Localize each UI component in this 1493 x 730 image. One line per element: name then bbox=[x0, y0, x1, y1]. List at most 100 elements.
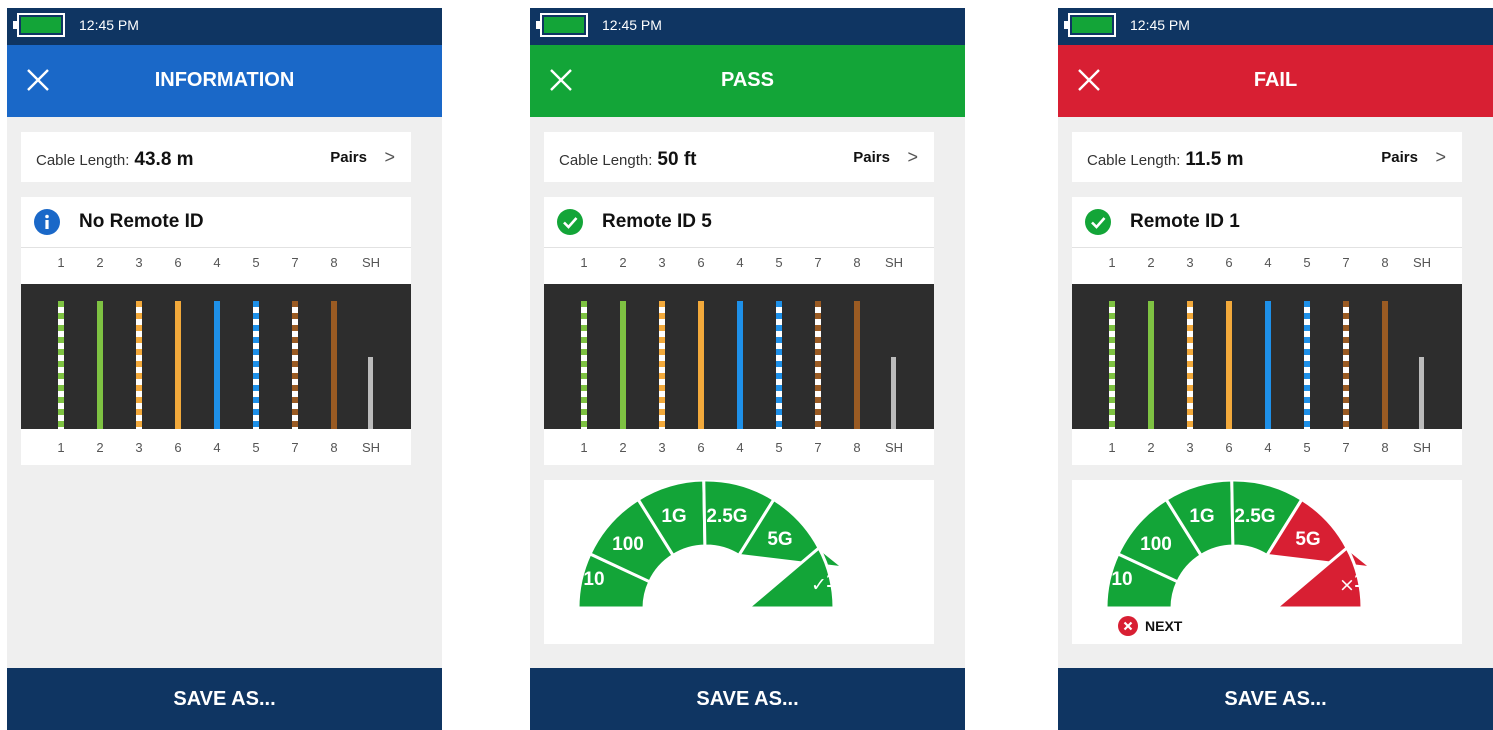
wiremap-card: No Remote ID 1 2 3 6 4 5 7 8 SH 1 2 3 6 4 5 7 8 SH bbox=[21, 197, 411, 465]
pin-label: 1 bbox=[580, 440, 588, 455]
tester-screen-fail: 12:45 PM FAIL Cable Length: 11.5 m Pairs … bbox=[1058, 8, 1493, 730]
remote-id-text: Remote ID 5 bbox=[602, 211, 712, 232]
cable-length-value: 43.8 m bbox=[134, 149, 194, 170]
wire-8 bbox=[854, 301, 860, 429]
wire-2 bbox=[1148, 301, 1154, 429]
cable-length-label: Cable Length: 43.8 m bbox=[36, 149, 194, 170]
wire-6 bbox=[175, 301, 181, 429]
chevron-right-icon[interactable]: > bbox=[1435, 147, 1446, 168]
pin-label: 2 bbox=[619, 440, 627, 455]
pin-labels-bottom: 1 2 3 6 4 5 7 8 SH bbox=[21, 440, 411, 460]
speed-gauge-card: 10 100 1G 2.5G 5G 10G ✓ bbox=[544, 480, 934, 644]
cable-length-card[interactable]: Cable Length: 50 ft Pairs > bbox=[544, 132, 934, 182]
pin-labels-top: 1 2 3 6 4 5 7 8 SH bbox=[544, 255, 934, 275]
check-circle-icon bbox=[557, 209, 583, 235]
wire-5 bbox=[776, 301, 782, 429]
wire-3 bbox=[1187, 301, 1193, 429]
pin-label: 5 bbox=[252, 440, 260, 455]
pin-label: 5 bbox=[1303, 255, 1311, 270]
pin-label: SH bbox=[884, 440, 904, 455]
pin-label: 1 bbox=[57, 440, 65, 455]
save-as-label: SAVE AS... bbox=[173, 688, 276, 710]
wire-2 bbox=[97, 301, 103, 429]
pin-label: 7 bbox=[291, 255, 299, 270]
wire-8 bbox=[331, 301, 337, 429]
pin-label: SH bbox=[1412, 440, 1432, 455]
header-title: INFORMATION bbox=[154, 69, 295, 91]
wire-2 bbox=[620, 301, 626, 429]
pairs-link[interactable]: Pairs bbox=[330, 149, 367, 166]
wire-3 bbox=[659, 301, 665, 429]
check-circle-icon bbox=[1085, 209, 1111, 235]
result-header: FAIL bbox=[1058, 45, 1493, 117]
pin-label: 2 bbox=[1147, 440, 1155, 455]
pin-label: 3 bbox=[1186, 440, 1194, 455]
status-time: 12:45 PM bbox=[1130, 17, 1190, 33]
remote-id-text: No Remote ID bbox=[79, 211, 204, 232]
pin-labels-top: 1 2 3 6 4 5 7 8 SH bbox=[1072, 255, 1462, 275]
pin-label: 4 bbox=[1264, 255, 1272, 270]
result-header: PASS bbox=[530, 45, 965, 117]
wire-sh bbox=[891, 357, 896, 429]
wire-4 bbox=[737, 301, 743, 429]
pin-label: SH bbox=[361, 255, 381, 270]
wire-1 bbox=[1109, 301, 1115, 429]
wire-1 bbox=[58, 301, 64, 429]
save-as-button[interactable]: SAVE AS... bbox=[7, 668, 442, 730]
wire-6 bbox=[1226, 301, 1232, 429]
pairs-link[interactable]: Pairs bbox=[1381, 149, 1418, 166]
wire-map bbox=[1072, 284, 1462, 429]
pin-label: 5 bbox=[775, 255, 783, 270]
pin-label: 5 bbox=[252, 255, 260, 270]
pin-label: 1 bbox=[580, 255, 588, 270]
pin-label: 1 bbox=[1108, 255, 1116, 270]
pin-label: 6 bbox=[1225, 440, 1233, 455]
pin-label: 2 bbox=[619, 255, 627, 270]
pin-label: 6 bbox=[1225, 255, 1233, 270]
wire-map bbox=[21, 284, 411, 429]
speed-label: 2.5G bbox=[706, 506, 747, 527]
speed-label: 10G bbox=[1354, 571, 1390, 592]
pin-label: 8 bbox=[1381, 440, 1389, 455]
speed-label: 10 bbox=[583, 569, 604, 590]
pin-label: 8 bbox=[330, 440, 338, 455]
remote-id-text: Remote ID 1 bbox=[1130, 211, 1240, 232]
pin-label: 4 bbox=[213, 255, 221, 270]
pin-label: 7 bbox=[1342, 255, 1350, 270]
pin-label: 6 bbox=[174, 255, 182, 270]
wire-sh bbox=[1419, 357, 1424, 429]
pin-label: 4 bbox=[736, 440, 744, 455]
pin-label: 2 bbox=[1147, 255, 1155, 270]
cable-length-card[interactable]: Cable Length: 43.8 m Pairs > bbox=[21, 132, 411, 182]
pin-label: 3 bbox=[1186, 255, 1194, 270]
pin-label: 4 bbox=[736, 255, 744, 270]
pin-labels-bottom: 1 2 3 6 4 5 7 8 SH bbox=[544, 440, 934, 460]
pin-label: 6 bbox=[697, 255, 705, 270]
speed-label: 10 bbox=[1111, 569, 1132, 590]
pin-label: SH bbox=[361, 440, 381, 455]
pin-label: 5 bbox=[775, 440, 783, 455]
cable-length-card[interactable]: Cable Length: 11.5 m Pairs > bbox=[1072, 132, 1462, 182]
wire-5 bbox=[1304, 301, 1310, 429]
speed-label: 1G bbox=[661, 506, 686, 527]
cable-length-value: 11.5 m bbox=[1185, 149, 1244, 170]
pairs-link[interactable]: Pairs bbox=[853, 149, 890, 166]
save-as-button[interactable]: SAVE AS... bbox=[1058, 668, 1493, 730]
wire-map bbox=[544, 284, 934, 429]
pin-label: 3 bbox=[658, 440, 666, 455]
speed-label: 5G bbox=[767, 529, 792, 550]
chevron-right-icon[interactable]: > bbox=[907, 147, 918, 168]
pin-label: 8 bbox=[1381, 255, 1389, 270]
save-as-button[interactable]: SAVE AS... bbox=[530, 668, 965, 730]
battery-icon bbox=[13, 13, 65, 37]
remote-id-row: Remote ID 5 bbox=[544, 197, 934, 248]
wire-7 bbox=[292, 301, 298, 429]
x-circle-icon bbox=[1118, 616, 1138, 636]
cable-length-value: 50 ft bbox=[657, 149, 697, 170]
speed-gauge-card: 10 100 1G 2.5G 5G 10G × NEXT bbox=[1072, 480, 1462, 644]
pin-labels-bottom: 1 2 3 6 4 5 7 8 SH bbox=[1072, 440, 1462, 460]
pin-label: 4 bbox=[213, 440, 221, 455]
pin-label: 8 bbox=[853, 440, 861, 455]
chevron-right-icon[interactable]: > bbox=[384, 147, 395, 168]
speed-label: 10G bbox=[826, 571, 862, 592]
